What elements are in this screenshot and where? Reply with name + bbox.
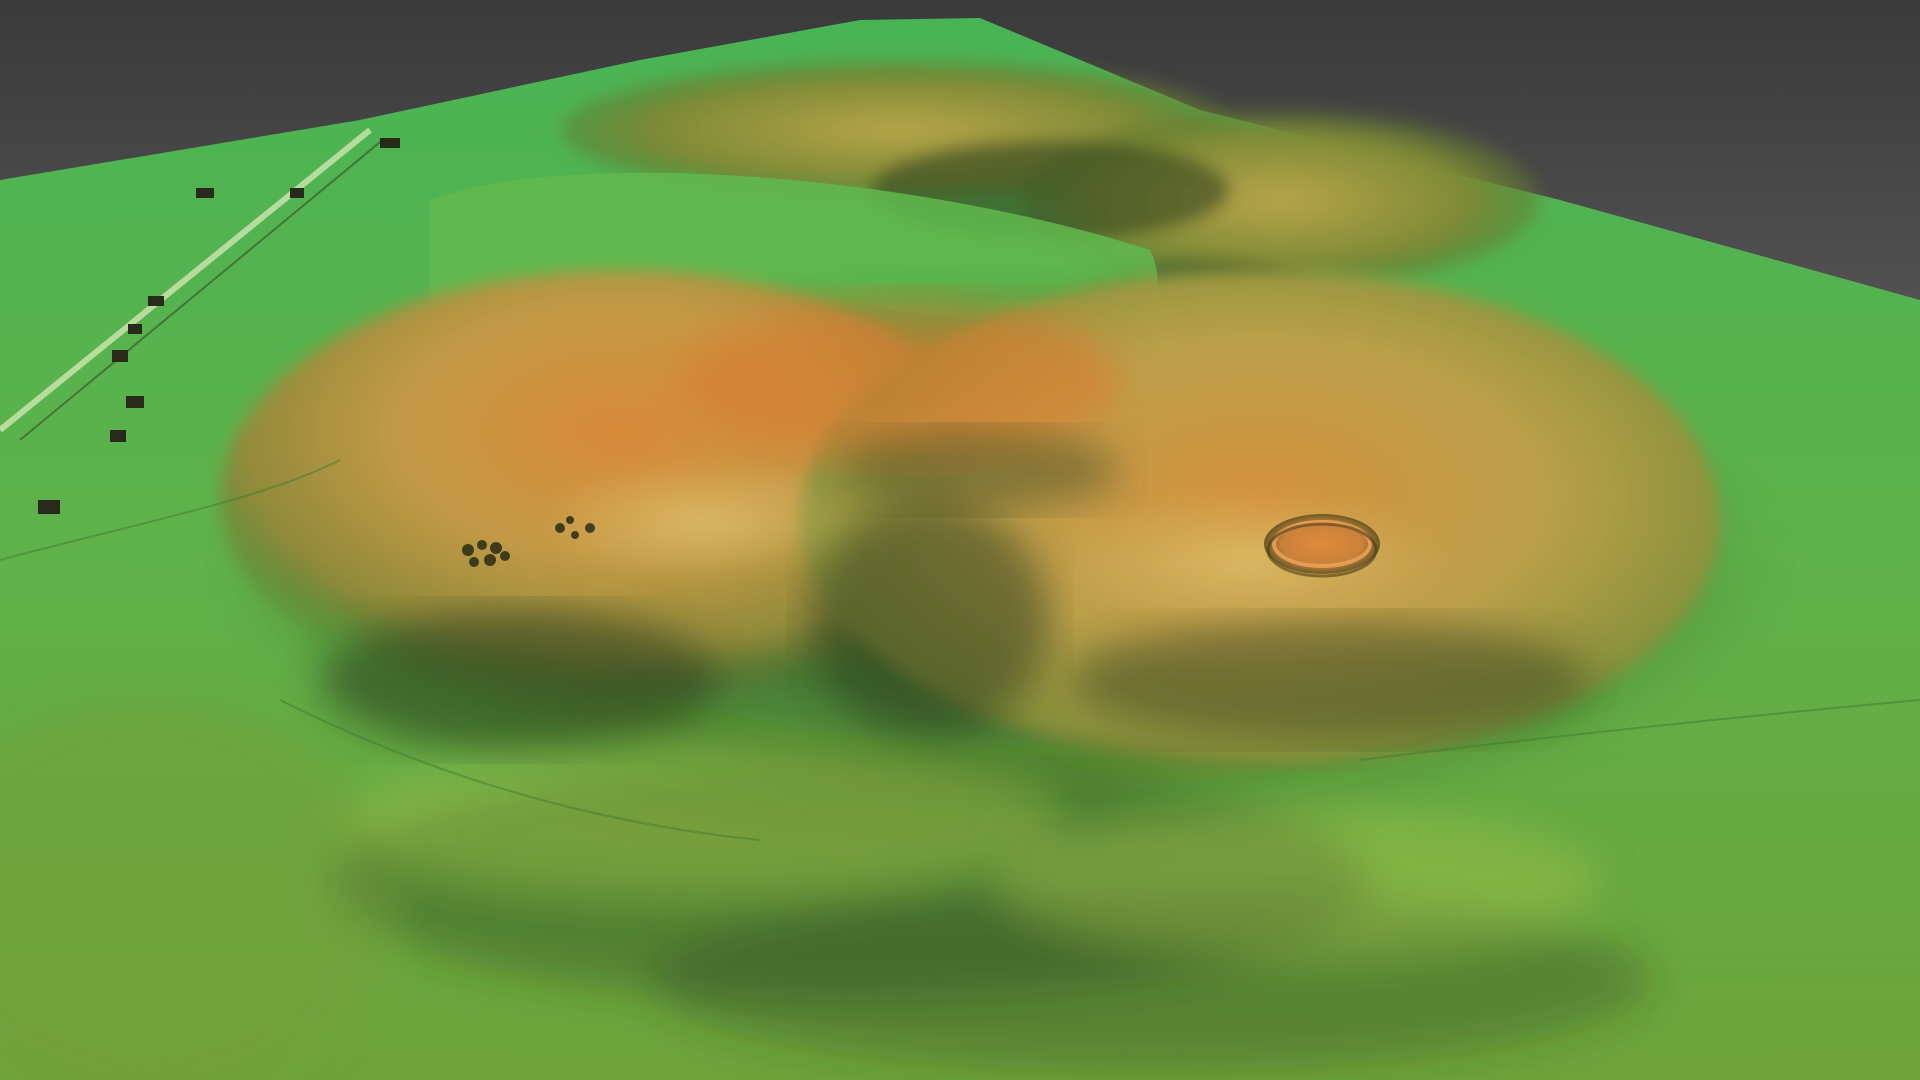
main-hill [220,270,1780,850]
terrain-scene [0,0,1920,1080]
ring-mound [1264,514,1380,578]
